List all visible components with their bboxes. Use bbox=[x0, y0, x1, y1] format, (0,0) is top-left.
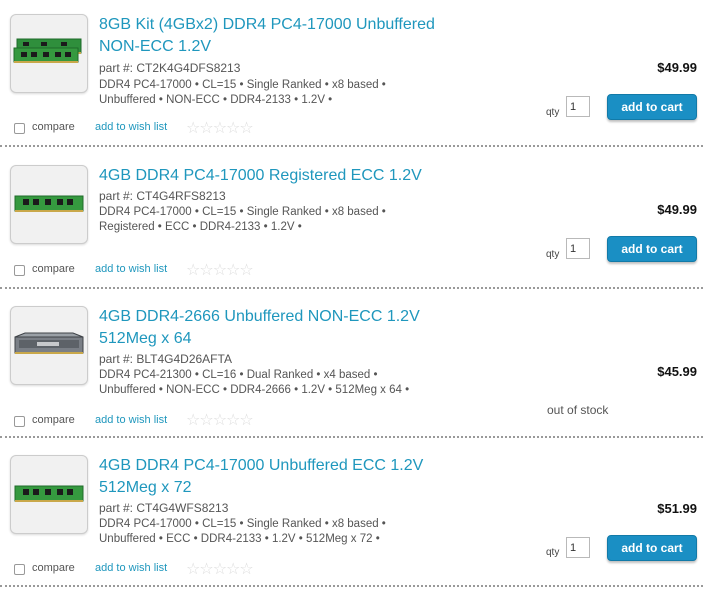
product-specs: DDR4 PC4-17000 • CL=15 • Single Ranked •… bbox=[99, 518, 386, 545]
add-to-wish-list-link[interactable]: add to wish list bbox=[95, 263, 167, 275]
add-to-cart-button[interactable]: add to cart bbox=[607, 535, 697, 561]
compare-label: compare bbox=[32, 263, 75, 275]
product-image[interactable] bbox=[10, 165, 88, 244]
price: $49.99 bbox=[657, 60, 697, 75]
rating-stars[interactable]: ☆☆☆☆☆ bbox=[186, 121, 254, 137]
part-number: part #: CT4G4WFS8213 bbox=[99, 501, 229, 515]
qty-input[interactable] bbox=[566, 238, 590, 259]
add-to-wish-list-link[interactable]: add to wish list bbox=[95, 562, 167, 574]
divider bbox=[0, 145, 703, 147]
compare-checkbox[interactable] bbox=[14, 416, 25, 427]
rating-stars[interactable]: ☆☆☆☆☆ bbox=[186, 263, 254, 279]
rating-stars[interactable]: ☆☆☆☆☆ bbox=[186, 562, 254, 578]
qty-input[interactable] bbox=[566, 537, 590, 558]
divider bbox=[0, 436, 703, 438]
qty-label: qty bbox=[546, 547, 560, 558]
part-number: part #: CT2K4G4DFS8213 bbox=[99, 61, 241, 75]
compare-checkbox[interactable] bbox=[14, 564, 25, 575]
add-to-cart-button[interactable]: add to cart bbox=[607, 94, 697, 120]
compare-checkbox[interactable] bbox=[14, 265, 25, 276]
product-title[interactable]: 8GB Kit (4GBx2) DDR4 PC4-17000 Unbuffere… bbox=[99, 14, 479, 58]
compare-checkbox[interactable] bbox=[14, 123, 25, 134]
divider bbox=[0, 585, 703, 587]
compare-label: compare bbox=[32, 121, 75, 133]
add-to-cart-button[interactable]: add to cart bbox=[607, 236, 697, 262]
product-specs: DDR4 PC4-17000 • CL=15 • Single Ranked •… bbox=[99, 206, 386, 233]
product-title[interactable]: 4GB DDR4 PC4-17000 Registered ECC 1.2V bbox=[99, 165, 479, 187]
ram-heatspreader-icon bbox=[14, 332, 84, 354]
ram-kit-icon bbox=[13, 38, 82, 63]
product-image[interactable] bbox=[10, 306, 88, 385]
qty-label: qty bbox=[546, 107, 560, 118]
product-specs: DDR4 PC4-21300 • CL=16 • Dual Ranked • x… bbox=[99, 369, 410, 396]
stock-status: out of stock bbox=[547, 403, 609, 417]
divider bbox=[0, 287, 703, 289]
price: $51.99 bbox=[657, 501, 697, 516]
price: $49.99 bbox=[657, 202, 697, 217]
ram-module-icon bbox=[14, 195, 84, 212]
rating-stars[interactable]: ☆☆☆☆☆ bbox=[186, 413, 254, 429]
product-image[interactable] bbox=[10, 14, 88, 93]
add-to-wish-list-link[interactable]: add to wish list bbox=[95, 121, 167, 133]
qty-input[interactable] bbox=[566, 96, 590, 117]
product-title[interactable]: 4GB DDR4-2666 Unbuffered NON-ECC 1.2V 51… bbox=[99, 306, 479, 350]
add-to-wish-list-link[interactable]: add to wish list bbox=[95, 414, 167, 426]
price: $45.99 bbox=[657, 364, 697, 379]
part-number: part #: CT4G4RFS8213 bbox=[99, 189, 226, 203]
product-specs: DDR4 PC4-17000 • CL=15 • Single Ranked •… bbox=[99, 79, 386, 106]
qty-label: qty bbox=[546, 249, 560, 260]
compare-label: compare bbox=[32, 414, 75, 426]
ram-module-icon bbox=[14, 485, 84, 502]
part-number: part #: BLT4G4D26AFTA bbox=[99, 352, 232, 366]
product-title[interactable]: 4GB DDR4 PC4-17000 Unbuffered ECC 1.2V 5… bbox=[99, 455, 479, 499]
compare-label: compare bbox=[32, 562, 75, 574]
product-image[interactable] bbox=[10, 455, 88, 534]
